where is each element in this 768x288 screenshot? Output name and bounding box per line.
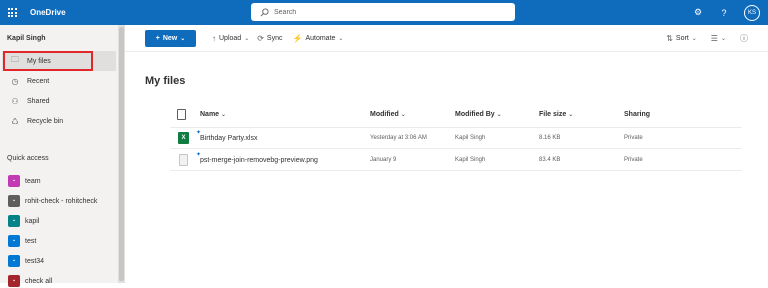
file-size: 83.4 KB [539, 157, 561, 163]
automate-button[interactable]: ⚡ Automate ⌄ [292, 34, 343, 43]
chevron-down-icon: ⌄ [496, 112, 502, 118]
site-icon: ▪ [8, 235, 20, 247]
file-size: 8.16 KB [539, 135, 561, 141]
search-box[interactable] [251, 3, 515, 21]
app-launcher-icon[interactable] [0, 0, 24, 25]
quick-access-item[interactable]: ▪ kapil [8, 214, 39, 228]
column-header-sharing[interactable]: Sharing [624, 111, 650, 118]
quick-access-label: test [25, 237, 37, 245]
site-icon: ▪ [8, 255, 20, 267]
column-header-modified[interactable]: Modified ⌄ [370, 111, 406, 118]
quick-access-item[interactable]: ▪ test [8, 234, 36, 248]
file-modified: Yesterday at 3:06 AM [370, 135, 427, 141]
column-header-modified-by[interactable]: Modified By ⌄ [455, 111, 502, 118]
excel-file-icon: X [178, 132, 189, 144]
quick-access-item[interactable]: ▪ test34 [8, 254, 44, 268]
quick-access-item[interactable]: ▪ check all [8, 274, 52, 288]
sort-icon: ⇅ [666, 34, 673, 43]
chevron-down-icon: ⌄ [221, 112, 227, 118]
sync-button[interactable]: ⟳ Sync [257, 34, 282, 43]
quick-access-heading: Quick access [7, 155, 49, 162]
command-bar: + New ⌄ ↑ Upload ⌄ ⟳ Sync ⚡ Automate ⌄ ⇅… [125, 25, 768, 52]
sidebar-item-recent[interactable]: ◷ Recent [2, 71, 116, 91]
chevron-down-icon: ⌄ [720, 36, 726, 42]
image-file-icon [179, 154, 188, 166]
file-type-icon[interactable] [177, 109, 186, 120]
view-options-button[interactable]: ☰ ⌄ [711, 34, 726, 43]
annotation-highlight-box [3, 51, 93, 71]
sidebar-item-label: Shared [27, 97, 50, 105]
quick-access-label: kapil [25, 217, 40, 225]
quick-access-label: test34 [25, 257, 45, 265]
automate-icon: ⚡ [292, 33, 303, 43]
list-view-icon: ☰ [710, 34, 718, 43]
file-modified-by[interactable]: Kapil Singh [455, 135, 485, 141]
chevron-down-icon: ⌄ [400, 112, 406, 118]
quick-access-label: team [25, 177, 41, 185]
sidebar-item-recycle-bin[interactable]: ♺ Recycle bin [2, 111, 116, 131]
new-button[interactable]: + New ⌄ [145, 29, 196, 47]
sidebar-scrollbar[interactable] [118, 25, 125, 283]
search-input[interactable] [274, 8, 494, 16]
table-row[interactable]: X ✦ Birthday Party.xlsx Yesterday at 3:0… [170, 128, 742, 149]
info-icon[interactable]: ⓘ [740, 33, 748, 44]
file-name[interactable]: pst-merge-join-removebg-preview.png [200, 157, 318, 164]
quick-access-item[interactable]: ▪ rohit-check - rohitcheck [8, 194, 97, 208]
file-sharing[interactable]: Private [624, 135, 643, 141]
file-modified-by[interactable]: Kapil Singh [455, 157, 485, 163]
new-button-label: New [162, 34, 178, 42]
column-header-file-size[interactable]: File size ⌄ [539, 111, 573, 118]
chevron-down-icon: ⌄ [691, 36, 697, 42]
site-icon: ▪ [8, 175, 20, 187]
chevron-down-icon: ⌄ [180, 35, 186, 42]
scrollbar-thumb[interactable] [119, 27, 124, 281]
avatar[interactable]: KS [744, 4, 760, 21]
upload-label: Upload [219, 34, 242, 42]
app-title[interactable]: OneDrive [30, 8, 66, 17]
plus-icon: + [155, 34, 160, 42]
chevron-down-icon: ⌄ [568, 112, 574, 118]
settings-gear-icon[interactable]: ⚙ [692, 7, 704, 18]
top-bar: OneDrive ⚙ ? KS [0, 0, 768, 25]
sidebar-item-label: Recent [27, 77, 50, 85]
user-name: Kapil Singh [7, 35, 46, 42]
quick-access-item[interactable]: ▪ team [8, 174, 41, 188]
column-header-name[interactable]: Name ⌄ [200, 111, 226, 118]
sidebar-item-shared[interactable]: ⚇ Shared [2, 91, 116, 111]
people-icon: ⚇ [11, 96, 19, 106]
site-icon: ▪ [8, 275, 20, 287]
automate-label: Automate [305, 34, 336, 42]
file-modified: January 9 [370, 157, 397, 163]
sort-label: Sort [675, 35, 689, 42]
sync-icon: ⟳ [257, 33, 264, 43]
upload-arrow-icon: ↑ [212, 33, 216, 43]
quick-access-label: check all [25, 277, 53, 285]
search-icon [260, 7, 269, 16]
table-row[interactable]: ✦ pst-merge-join-removebg-preview.png Ja… [170, 150, 742, 171]
page-title: My files [145, 75, 186, 87]
quick-access-label: rohit-check - rohitcheck [25, 197, 98, 205]
file-name[interactable]: Birthday Party.xlsx [200, 135, 257, 142]
clock-icon: ◷ [11, 76, 19, 86]
site-icon: ▪ [8, 215, 20, 227]
chevron-down-icon: ⌄ [338, 35, 344, 42]
sync-label: Sync [266, 34, 283, 42]
chevron-down-icon: ⌄ [244, 35, 250, 42]
site-icon: ▪ [8, 195, 20, 207]
file-sharing[interactable]: Private [624, 157, 643, 163]
upload-button[interactable]: ↑ Upload ⌄ [212, 34, 249, 43]
sidebar-item-label: Recycle bin [27, 117, 64, 125]
help-icon[interactable]: ? [718, 8, 730, 18]
recycle-bin-icon: ♺ [11, 116, 19, 126]
sort-button[interactable]: ⇅ Sort ⌄ [666, 34, 697, 43]
